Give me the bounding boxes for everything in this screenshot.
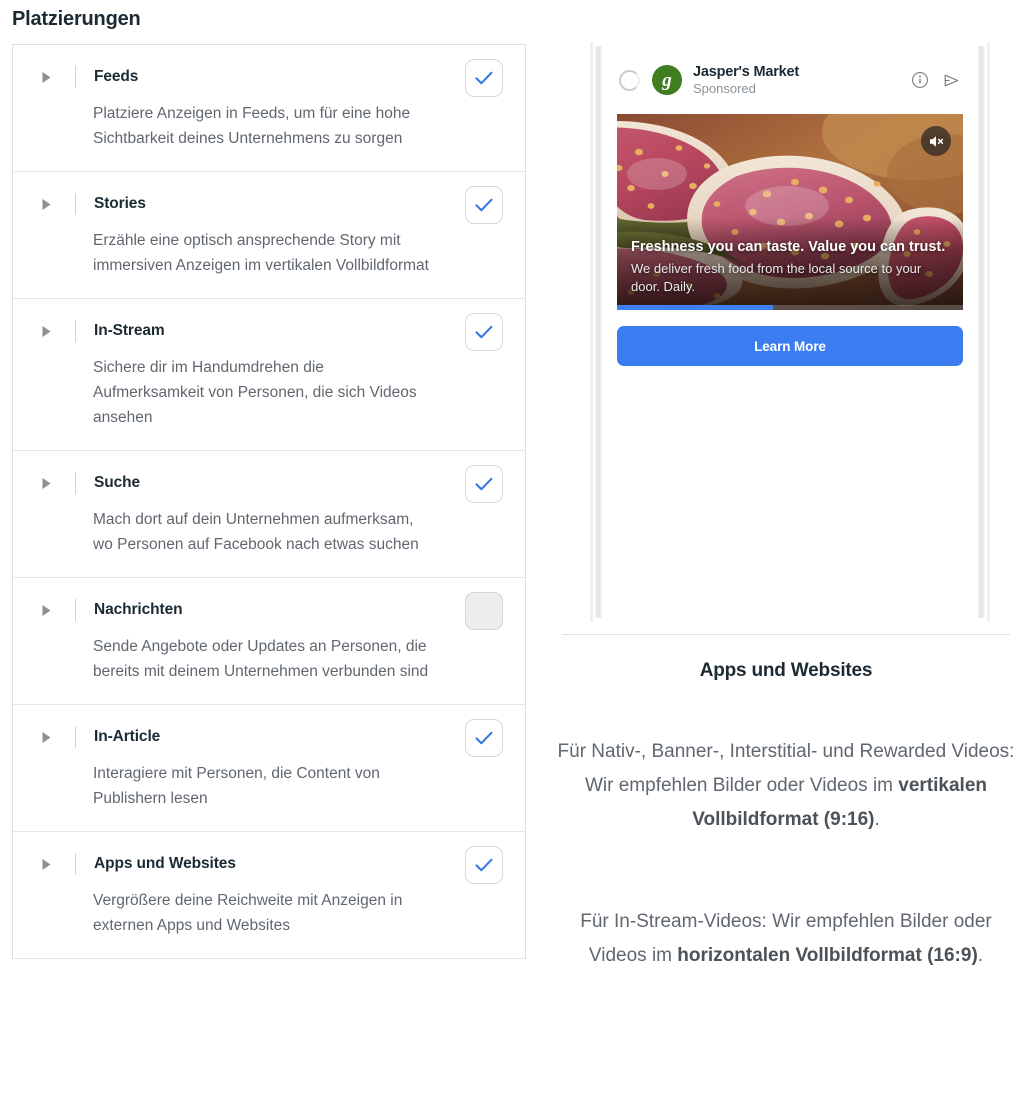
ad-header-icons <box>911 71 961 90</box>
placement-description: Interagiere mit Personen, die Content vo… <box>93 765 380 807</box>
placement-name: Feeds <box>94 68 139 85</box>
placement-checkbox[interactable] <box>465 59 503 97</box>
info-p2-bold: horizontalen Vollbildformat (16:9) <box>677 945 978 966</box>
row-divider <box>75 66 76 88</box>
brand-logo: g <box>652 65 682 95</box>
placement-name: Stories <box>94 195 146 212</box>
info-p1-after: . <box>874 809 880 830</box>
page-title: Platzierungen <box>12 8 141 30</box>
row-divider <box>75 320 76 342</box>
info-icon[interactable] <box>911 71 929 89</box>
placement-description: Mach dort auf dein Unternehmen aufmerksa… <box>93 511 419 553</box>
phone-frame-outer-left <box>590 42 593 622</box>
row-divider <box>75 599 76 621</box>
row-divider <box>75 726 76 748</box>
sponsored-label: Sponsored <box>693 80 756 96</box>
phone-screen: g Jasper's Market Sponsored Freshness yo… <box>603 42 977 622</box>
loading-spinner-icon <box>619 69 640 91</box>
placement-checkbox[interactable] <box>465 465 503 503</box>
mute-icon[interactable] <box>921 126 951 156</box>
placement-row: Feeds Platziere Anzeigen in Feeds, um für… <box>13 45 525 172</box>
placement-description: Sichere dir im Handumdrehen die Aufmerks… <box>93 359 417 426</box>
phone-frame-right <box>978 46 985 618</box>
placement-row: Stories Erzähle eine optisch ansprechende… <box>13 172 525 299</box>
placements-screen: Platzierungen Feeds Platziere Anzeigen in… <box>0 0 1032 1098</box>
brand-info: Jasper's Market Sponsored <box>693 64 911 97</box>
ad-body-text: We deliver fresh food from the local sou… <box>631 261 922 294</box>
phone-preview: g Jasper's Market Sponsored Freshness yo… <box>590 42 990 622</box>
placement-description: Erzähle eine optisch ansprechende Story … <box>93 232 429 274</box>
expand-arrow-icon[interactable] <box>41 196 57 212</box>
row-divider <box>75 193 76 215</box>
expand-arrow-icon[interactable] <box>41 729 57 745</box>
placement-checkbox[interactable] <box>465 846 503 884</box>
info-paragraph-2: Für In-Stream-Videos: Wir empfehlen Bild… <box>556 905 1016 973</box>
panel-divider <box>562 634 1010 635</box>
phone-frame-left <box>595 46 602 618</box>
placement-description: Platziere Anzeigen in Feeds, um für eine… <box>93 105 411 147</box>
ad-header: g Jasper's Market Sponsored <box>603 56 977 104</box>
placement-checkbox[interactable] <box>465 186 503 224</box>
phone-frame-outer-right <box>987 42 990 622</box>
expand-arrow-icon[interactable] <box>41 475 57 491</box>
placement-checkbox[interactable] <box>465 313 503 351</box>
placement-row: Apps und Websites Vergrößere deine Reichw… <box>13 832 525 959</box>
row-divider <box>75 472 76 494</box>
placement-name: Apps und Websites <box>94 855 236 872</box>
placement-row: Nachrichten Sende Angebote oder Updates a… <box>13 578 525 705</box>
ad-headline: Freshness you can taste. Value you can t… <box>631 239 946 255</box>
video-progress-bar[interactable] <box>617 305 963 310</box>
info-panel-title: Apps und Websites <box>699 660 873 681</box>
info-p2-after: . <box>977 945 984 966</box>
placement-row: Suche Mach dort auf dein Unternehmen aufm… <box>13 451 525 578</box>
placement-description: Vergrößere deine Reichweite mit Anzeigen… <box>93 892 403 934</box>
row-divider <box>75 853 76 875</box>
placement-row: In-Stream Sichere dir im Handumdrehen die… <box>13 299 525 451</box>
brand-name: Jasper's Market <box>693 63 800 80</box>
expand-arrow-icon[interactable] <box>41 323 57 339</box>
placement-name: In-Stream <box>94 322 165 339</box>
preview-panel: g Jasper's Market Sponsored Freshness yo… <box>540 0 1032 1098</box>
info-paragraph-1: Für Nativ-, Banner-, Interstitial- und R… <box>556 735 1016 837</box>
placement-name: Suche <box>94 474 141 491</box>
placement-checkbox[interactable] <box>465 719 503 757</box>
placement-row: In-Article Interagiere mit Personen, die … <box>13 705 525 832</box>
placements-list: Feeds Platziere Anzeigen in Feeds, um für… <box>12 44 526 959</box>
send-play-icon[interactable] <box>942 71 961 90</box>
expand-arrow-icon[interactable] <box>41 69 57 85</box>
placement-name: In-Article <box>94 728 161 745</box>
expand-arrow-icon[interactable] <box>41 856 57 872</box>
placement-name: Nachrichten <box>94 601 183 618</box>
ad-media[interactable]: Freshness you can taste. Value you can t… <box>617 114 963 310</box>
ad-caption: Freshness you can taste. Value you can t… <box>617 238 963 304</box>
learn-more-button[interactable]: Learn More <box>617 326 963 366</box>
placement-description: Sende Angebote oder Updates an Personen,… <box>93 638 429 680</box>
placements-panel: Platzierungen Feeds Platziere Anzeigen in… <box>0 0 540 1098</box>
placement-checkbox[interactable] <box>465 592 503 630</box>
expand-arrow-icon[interactable] <box>41 602 57 618</box>
